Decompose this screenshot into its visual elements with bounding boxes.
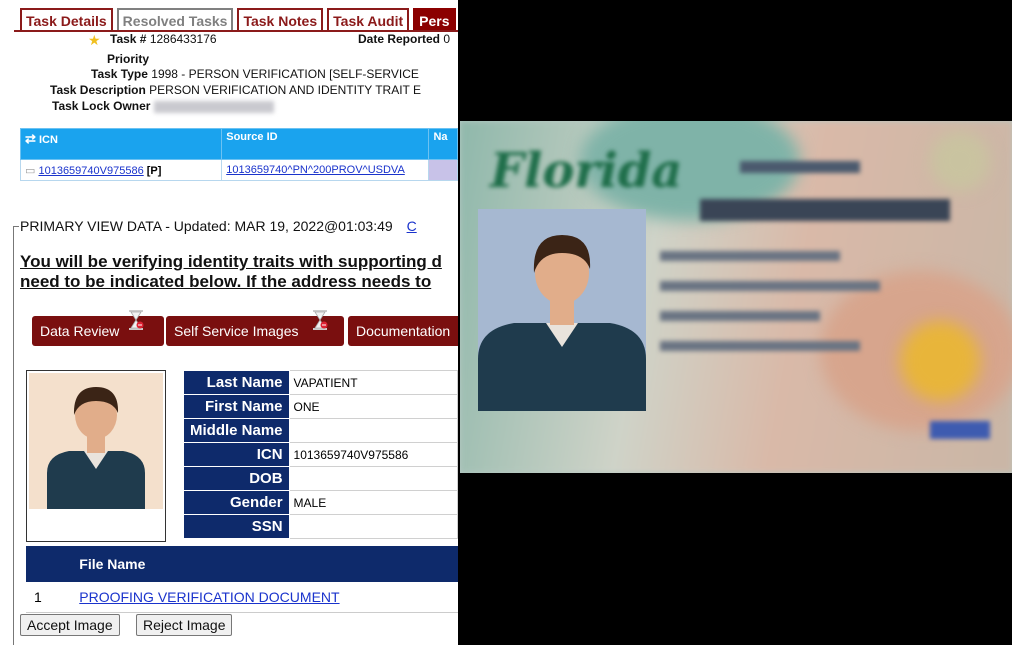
table-row: 1 PROOFING VERIFICATION DOCUMENT (26, 582, 458, 613)
trait-row-first-name: First Name ONE (183, 394, 458, 419)
hourglass-icon (313, 310, 328, 330)
trait-label: Middle Name (183, 418, 290, 443)
id-state-name: Florida (490, 143, 683, 199)
task-type-value: 1998 - PERSON VERIFICATION [SELF-SERVICE (151, 67, 419, 81)
source-id-link[interactable]: 1013659740^PN^200PROV^USDVA (226, 164, 405, 176)
task-lock-owner-label: Task Lock Owner (52, 99, 151, 113)
blurred-text (660, 311, 820, 321)
profile-photo-frame (26, 370, 166, 542)
trait-row-last-name: Last Name VAPATIENT (183, 370, 458, 395)
blurred-text (740, 161, 860, 173)
blurred-logo (930, 421, 990, 439)
reject-image-button[interactable]: Reject Image (136, 614, 233, 636)
id-card-image: Florida (460, 121, 1012, 473)
tab-task-notes[interactable]: Task Notes (237, 8, 324, 32)
icn-header[interactable]: ⇄ ICN (19, 128, 223, 160)
date-reported-row: Date Reported 0 (358, 32, 450, 46)
icn-flag: [P] (146, 164, 162, 177)
primary-view-link[interactable]: C (407, 218, 417, 234)
icn-link[interactable]: 1013659740V975586 (38, 165, 143, 177)
documentation-button[interactable]: Documentation (348, 316, 458, 346)
emblem-icon (930, 131, 990, 191)
trait-label: First Name (183, 394, 290, 419)
trait-value: 1013659740V975586 (288, 442, 458, 467)
frame-left-border (13, 226, 14, 645)
trait-label: Gender (183, 490, 290, 515)
blurred-text (660, 251, 840, 261)
file-index: 1 (26, 582, 72, 613)
trait-label: DOB (183, 466, 290, 491)
id-photo (478, 209, 646, 411)
primary-view-title: PRIMARY VIEW DATA - Updated: MAR 19, 202… (20, 218, 417, 234)
trait-row-dob: DOB (183, 466, 458, 491)
hourglass-icon (129, 310, 144, 330)
trait-row-icn: ICN 1013659740V975586 (183, 442, 458, 467)
task-number-row: Task # 1286433176 (110, 32, 217, 46)
task-number-value: 1286433176 (149, 32, 217, 46)
files-table: File Name 1 PROOFING VERIFICATION DOCUME… (26, 546, 458, 613)
source-id-cell: 1013659740^PN^200PROV^USDVA (221, 159, 430, 181)
trait-value: VAPATIENT (288, 370, 458, 395)
accept-image-button[interactable]: Accept Image (20, 614, 120, 636)
instructions: You will be verifying identity traits wi… (20, 252, 442, 291)
task-description-label: Task Description (50, 83, 146, 97)
task-type-label: Task Type (91, 67, 148, 81)
data-review-button[interactable]: Data Review (32, 316, 164, 346)
tab-person[interactable]: Pers (413, 8, 456, 32)
date-reported-value: 0 (443, 32, 451, 46)
person-avatar-icon (29, 373, 163, 509)
trait-row-ssn: SSN (183, 514, 458, 539)
trait-label: SSN (183, 514, 290, 539)
trait-value: ONE (288, 394, 458, 419)
task-type-row: Task Type 1998 - PERSON VERIFICATION [SE… (91, 67, 419, 81)
tab-bar: Task Details Resolved Tasks Task Notes T… (20, 8, 456, 32)
blurred-text (660, 281, 880, 291)
priority-label: Priority (107, 52, 150, 66)
tab-task-details[interactable]: Task Details (20, 8, 113, 32)
trait-label: ICN (183, 442, 290, 467)
task-description-row: Task Description PERSON VERIFICATION AND… (50, 83, 421, 97)
blurred-license-number (700, 199, 950, 221)
file-name-header[interactable]: File Name (71, 546, 458, 582)
task-description-value: PERSON VERIFICATION AND IDENTITY TRAIT E (149, 83, 421, 97)
trait-row-gender: Gender MALE (183, 490, 458, 515)
blurred-text (660, 341, 860, 351)
seal-icon (900, 321, 980, 401)
icn-table: ⇄ ICN Source ID Na ▭ 1013659740V975586 [… (19, 128, 458, 181)
source-id-header[interactable]: Source ID (221, 128, 430, 160)
star-icon[interactable]: ★ (88, 32, 101, 49)
identity-traits-table: Last Name VAPATIENT First Name ONE Middle … (183, 370, 458, 539)
name-header[interactable]: Na (428, 128, 458, 160)
person-avatar-icon (478, 209, 646, 411)
trait-value: MALE (288, 490, 458, 515)
tab-resolved-tasks[interactable]: Resolved Tasks (116, 8, 234, 32)
table-row: ▭ 1013659740V975586 [P] 1013659740^PN^20… (19, 159, 458, 181)
file-link[interactable]: PROOFING VERIFICATION DOCUMENT (79, 589, 339, 605)
trait-row-middle-name: Middle Name (183, 418, 458, 443)
sort-icon[interactable]: ⇄ (25, 131, 36, 146)
file-number-header (26, 546, 72, 582)
task-panel: Task Details Resolved Tasks Task Notes T… (0, 0, 458, 645)
name-cell (428, 159, 458, 181)
redacted-owner (153, 100, 274, 113)
task-lock-owner-row: Task Lock Owner (52, 99, 274, 113)
task-number-label: Task # (110, 32, 147, 46)
tab-task-audit[interactable]: Task Audit (327, 8, 410, 32)
trait-value (288, 514, 458, 539)
date-reported-label: Date Reported (358, 32, 441, 46)
icn-cell: ▭ 1013659740V975586 [P] (19, 159, 223, 181)
file-name-cell: PROOFING VERIFICATION DOCUMENT (71, 582, 458, 613)
trait-value (288, 466, 458, 491)
document-icon: ▭ (25, 164, 36, 177)
trait-value (288, 418, 458, 443)
trait-label: Last Name (183, 370, 290, 395)
avatar (29, 373, 163, 509)
